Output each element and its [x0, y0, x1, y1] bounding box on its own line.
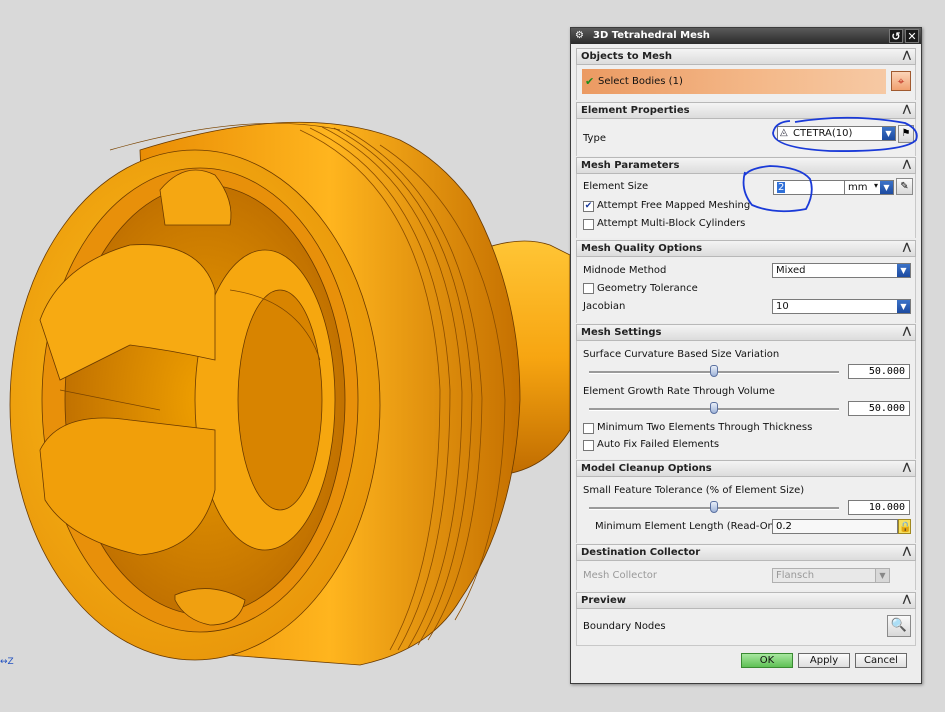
section-title: Element Properties [581, 105, 690, 116]
section-mesh-settings-body: Surface Curvature Based Size Variation 5… [576, 341, 916, 459]
boundary-nodes-label: Boundary Nodes [583, 621, 666, 632]
midnode-method-dropdown[interactable]: Mixed ▼ [772, 263, 911, 278]
collapse-caret-icon[interactable]: ⋀ [903, 242, 911, 253]
section-element-properties-header[interactable]: Element Properties ⋀ [576, 102, 916, 119]
growth-rate-input[interactable]: 50.000 [848, 401, 910, 416]
element-info-icon[interactable]: ⚑ [898, 125, 914, 143]
close-icon[interactable]: ✕ [905, 29, 919, 43]
chevron-down-icon[interactable]: ▼ [880, 181, 893, 194]
growth-rate-slider-thumb[interactable] [710, 402, 718, 414]
mesh-collector-dropdown: Flansch ▼ [772, 568, 890, 583]
type-dropdown[interactable]: ◬ CTETRA(10) ▼ [777, 126, 896, 141]
curvature-input[interactable]: 50.000 [848, 364, 910, 379]
section-mesh-parameters-body: Element Size 2 mm ▾ ▼ ✎ ✔ Attempt Free M… [576, 174, 916, 238]
collapse-caret-icon[interactable]: ⋀ [903, 594, 911, 605]
ok-button[interactable]: OK [741, 653, 793, 668]
chevron-down-icon[interactable]: ▾ [874, 181, 878, 190]
section-model-cleanup-header[interactable]: Model Cleanup Options ⋀ [576, 460, 916, 477]
small-feature-label: Small Feature Tolerance (% of Element Si… [583, 485, 805, 496]
cancel-button[interactable]: Cancel [855, 653, 907, 668]
section-element-properties-body: Type ◬ CTETRA(10) ▼ ⚑ [576, 119, 916, 156]
section-title: Model Cleanup Options [581, 463, 712, 474]
lock-icon: 🔒 [898, 519, 911, 534]
min-two-elements-checkbox[interactable] [583, 423, 594, 434]
chevron-down-icon: ▼ [875, 569, 889, 582]
chevron-down-icon[interactable]: ▼ [897, 264, 910, 277]
dialog-title: 3D Tetrahedral Mesh [593, 30, 710, 41]
jacobian-dropdown[interactable]: 10 ▼ [772, 299, 911, 314]
midnode-method-value: Mixed [776, 265, 806, 276]
mesh-collector-value: Flansch [776, 570, 815, 581]
section-title: Preview [581, 595, 627, 606]
geometry-tolerance-label: Geometry Tolerance [597, 283, 698, 294]
checkmark-icon: ✔ [585, 75, 595, 88]
attempt-free-mapped-label: Attempt Free Mapped Meshing [597, 200, 751, 211]
auto-fix-label: Auto Fix Failed Elements [597, 439, 720, 450]
small-feature-input[interactable]: 10.000 [848, 500, 910, 515]
select-bodies-row[interactable]: ✔ Select Bodies (1) [582, 69, 886, 94]
geometry-tolerance-checkbox[interactable] [583, 283, 594, 294]
element-size-label: Element Size [583, 181, 649, 192]
jacobian-value: 10 [776, 301, 789, 312]
attempt-free-mapped-checkbox[interactable]: ✔ [583, 201, 594, 212]
min-two-elements-label: Minimum Two Elements Through Thickness [597, 422, 813, 433]
section-objects-header[interactable]: Objects to Mesh ⋀ [576, 48, 916, 65]
collapse-caret-icon[interactable]: ⋀ [903, 50, 911, 61]
collapse-caret-icon[interactable]: ⋀ [903, 546, 911, 557]
curvature-slider-thumb[interactable] [710, 365, 718, 377]
axis-label: Z [7, 657, 14, 667]
collapse-caret-icon[interactable]: ⋀ [903, 326, 911, 337]
section-destination-body: Mesh Collector Flansch ▼ [576, 561, 916, 590]
tetra-icon: ◬ [780, 127, 788, 138]
auto-fix-checkbox[interactable] [583, 440, 594, 451]
unit-value: mm [848, 182, 868, 193]
section-objects-body: ✔ Select Bodies (1) ⌖ [576, 65, 916, 100]
measure-icon[interactable]: ✎ [896, 178, 913, 195]
section-destination-header[interactable]: Destination Collector ⋀ [576, 544, 916, 561]
type-value: CTETRA(10) [793, 128, 853, 139]
section-mesh-parameters-header[interactable]: Mesh Parameters ⋀ [576, 157, 916, 174]
select-bodies-label: Select Bodies (1) [598, 76, 683, 87]
section-title: Destination Collector [581, 547, 701, 558]
tetrahedral-mesh-dialog: ⚙ 3D Tetrahedral Mesh ↺ ✕ Objects to Mes… [570, 27, 922, 684]
midnode-method-label: Midnode Method [583, 265, 667, 276]
type-label: Type [583, 133, 606, 144]
section-mesh-settings-header[interactable]: Mesh Settings ⋀ [576, 324, 916, 341]
section-title: Mesh Parameters [581, 160, 680, 171]
section-title: Objects to Mesh [581, 51, 672, 62]
chevron-down-icon[interactable]: ▼ [882, 127, 895, 140]
attempt-multiblock-label: Attempt Multi-Block Cylinders [597, 218, 746, 229]
element-size-value: 2 [777, 182, 786, 193]
growth-rate-label: Element Growth Rate Through Volume [583, 386, 775, 397]
mesh-collector-label: Mesh Collector [583, 570, 657, 581]
gear-icon[interactable]: ⚙ [574, 30, 585, 41]
select-crosshair-icon[interactable]: ⌖ [891, 71, 911, 91]
axis-indicator: ↔Z [0, 657, 14, 667]
small-feature-slider-thumb[interactable] [710, 501, 718, 513]
apply-button[interactable]: Apply [798, 653, 850, 668]
curvature-label: Surface Curvature Based Size Variation [583, 349, 780, 360]
attempt-multiblock-checkbox[interactable] [583, 219, 594, 230]
min-element-length-label: Minimum Element Length (Read-Only) [595, 521, 787, 532]
collapse-caret-icon[interactable]: ⋀ [903, 104, 911, 115]
section-mesh-quality-header[interactable]: Mesh Quality Options ⋀ [576, 240, 916, 257]
section-title: Mesh Settings [581, 327, 662, 338]
size-options-dropdown[interactable]: ▼ [880, 180, 894, 195]
unit-dropdown[interactable]: mm ▾ [845, 180, 881, 195]
section-preview-body: Boundary Nodes 🔍 [576, 609, 916, 646]
chevron-down-icon[interactable]: ▼ [897, 300, 910, 313]
collapse-caret-icon[interactable]: ⋀ [903, 462, 911, 473]
section-mesh-quality-body: Midnode Method Mixed ▼ Geometry Toleranc… [576, 257, 916, 323]
collapse-caret-icon[interactable]: ⋀ [903, 159, 911, 170]
section-preview-header[interactable]: Preview ⋀ [576, 592, 916, 609]
section-model-cleanup-body: Small Feature Tolerance (% of Element Si… [576, 477, 916, 543]
dialog-titlebar[interactable]: ⚙ 3D Tetrahedral Mesh ↺ ✕ [571, 28, 921, 44]
magnifier-icon[interactable]: 🔍 [887, 615, 911, 637]
element-size-input[interactable]: 2 [773, 180, 845, 195]
jacobian-label: Jacobian [583, 301, 626, 312]
reset-icon[interactable]: ↺ [889, 29, 903, 43]
section-title: Mesh Quality Options [581, 243, 703, 254]
min-element-length-field: 0.2 [772, 519, 898, 534]
